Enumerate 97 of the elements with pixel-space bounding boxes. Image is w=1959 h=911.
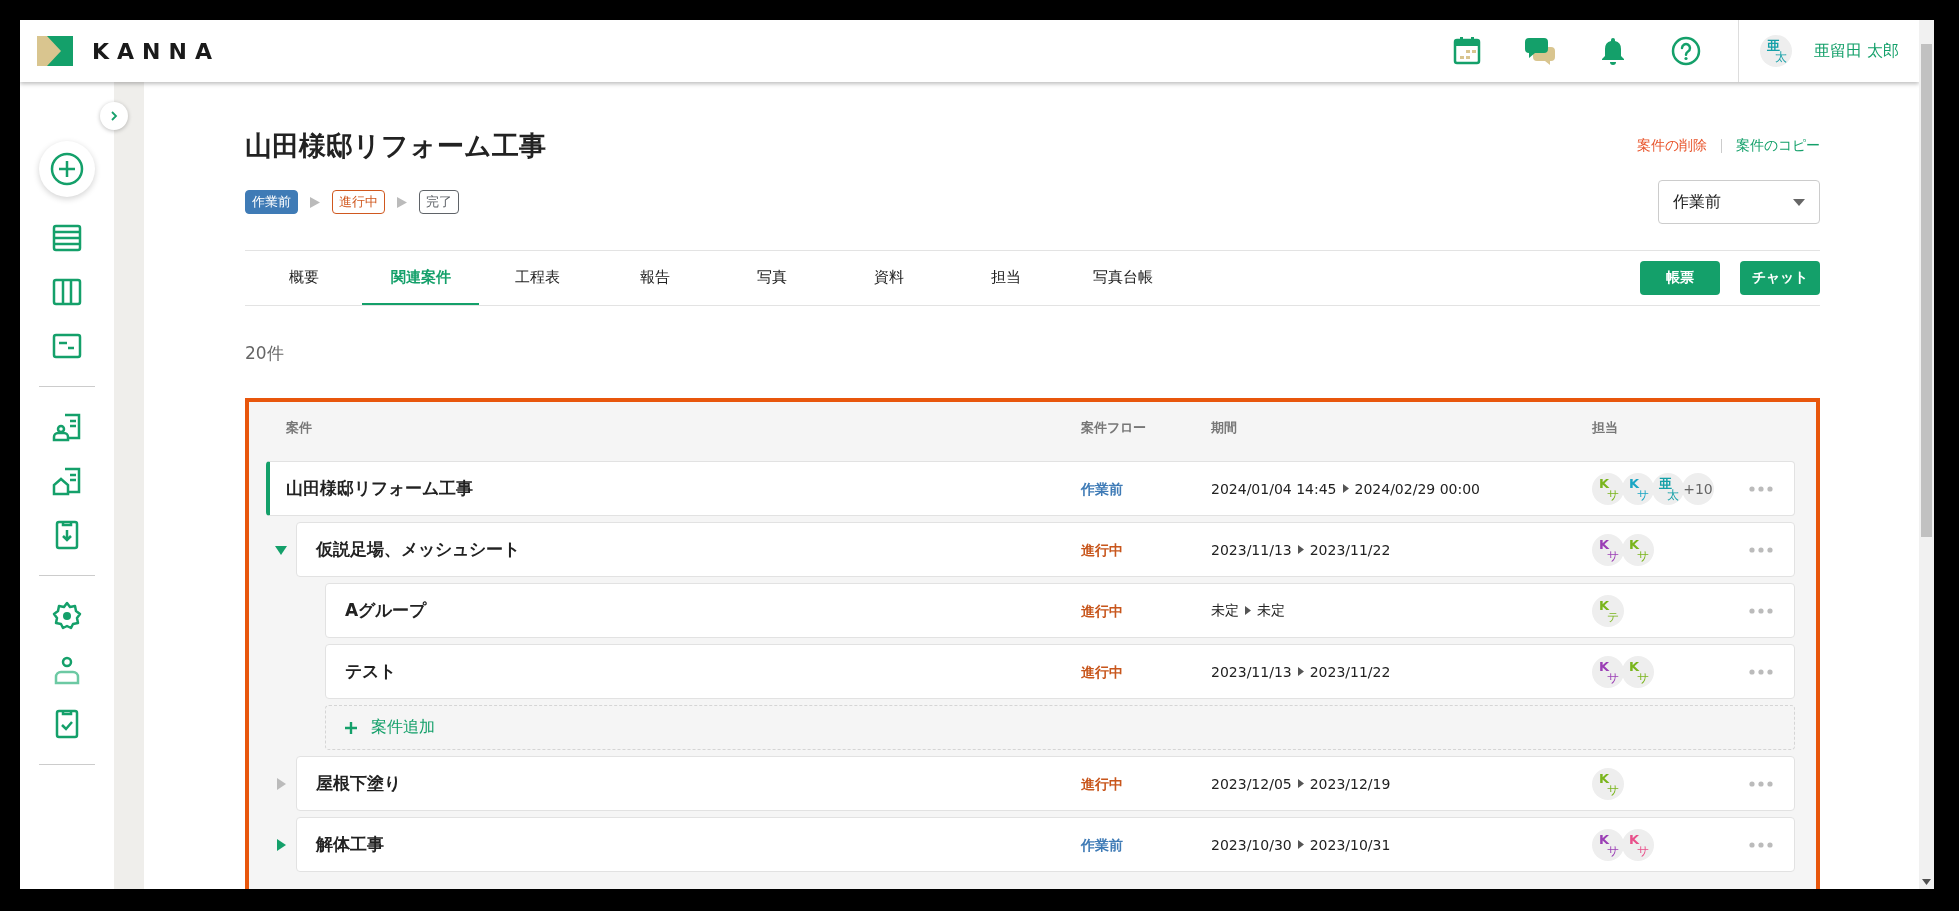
plus-circle-icon [50,152,84,186]
column-header: 案件 [286,420,312,435]
flow-status: 進行中 [1081,663,1123,680]
tab[interactable]: 写真 [713,251,830,305]
user-avatar: 亜 太 [1759,35,1792,67]
tab[interactable]: 報告 [596,251,713,305]
end-date: 2023/10/31 [1309,836,1391,853]
start-date: 2023/10/30 [1211,836,1292,853]
tab[interactable]: 写真台帳 [1064,251,1181,305]
project-name: テスト [345,661,396,681]
tab[interactable]: 概要 [245,251,362,305]
avatar: K サ [1592,472,1624,505]
project-row[interactable]: テスト 進行中 2023/11/13 2023/11/22 K サ K サ [325,644,1795,699]
triangle-right-icon [1297,545,1304,554]
end-date: 未定 [1257,601,1285,620]
more-icon[interactable] [1749,841,1773,848]
start-date: 2023/11/13 [1211,663,1292,680]
project-row[interactable]: 山田様邸リフォーム工事 作業前 2024/01/04 14:45 2024/02/29 00:00 K サ K サ 亜 太 +10 [266,461,1795,516]
project-row[interactable]: Aグループ 進行中 未定 未定 K テ [325,583,1795,638]
avatar: 亜 太 [1652,472,1684,505]
more-icon[interactable] [1749,780,1773,787]
end-date: 2023/11/22 [1309,663,1391,680]
triangle-right-icon [1245,606,1251,615]
project-name: 屋根下塗り [316,773,401,793]
tab[interactable]: 担当 [947,251,1064,305]
triangle-right-icon [397,196,407,208]
logo-text: KANNA [92,38,220,64]
avatar: K テ [1592,594,1624,627]
triangle-right-icon [1297,840,1304,849]
triangle-right-icon [1297,779,1304,788]
avatar: K サ [1592,767,1624,800]
avatar: K サ [1622,533,1654,566]
result-count: 20件 [245,342,285,365]
flow-status: 作業前 [1081,480,1123,497]
triangle-right-icon [1342,484,1349,493]
scrollbar[interactable] [1919,20,1934,889]
house-document-icon[interactable] [51,465,83,497]
flow-status: 進行中 [1081,775,1123,792]
start-date: 2024/01/04 14:45 [1211,480,1337,497]
status-badge: 作業前 [245,190,298,214]
project-row[interactable]: 屋根下塗り 進行中 2023/12/05 2023/12/19 K サ [296,756,1795,811]
user-name[interactable]: 亜留田 太郎 [1813,40,1899,62]
end-date: 2023/11/22 [1309,541,1391,558]
scroll-down-icon[interactable] [1922,879,1931,885]
triangle-down-icon[interactable] [275,543,287,556]
page-title: 山田様邸リフォーム工事 [245,129,546,163]
avatar: K サ [1592,655,1624,688]
start-date: 2023/11/13 [1211,541,1292,558]
project-name: 仮説足場、メッシュシート [316,539,520,559]
more-icon[interactable] [1749,607,1773,614]
action-link[interactable]: 案件の削除 [1637,137,1707,155]
end-date: 2024/02/29 00:00 [1354,480,1480,497]
tab[interactable]: 工程表 [479,251,596,305]
project-name: 解体工事 [316,834,384,854]
settings-icon[interactable] [51,600,83,632]
start-date: 2023/12/05 [1211,775,1292,792]
status-badge: 完了 [419,190,459,214]
column-header: 担当 [1592,419,1618,437]
column-header: 期間 [1211,419,1237,437]
caret-down-icon [1793,198,1805,206]
avatar: K サ [1622,655,1654,688]
project-name: Aグループ [345,600,427,620]
chat-bubbles-icon[interactable] [1523,35,1556,67]
status-badge: 進行中 [332,190,385,214]
triangle-right-icon [310,196,320,208]
triangle-right-icon[interactable] [275,838,287,851]
flow-status: 進行中 [1081,602,1123,619]
expand-button[interactable] [100,102,128,130]
start-date: 未定 [1211,601,1239,620]
project-row[interactable]: 解体工事 作業前 2023/10/30 2023/10/31 K サ K サ [296,817,1795,872]
avatar: K サ [1592,533,1624,566]
avatar: K サ [1592,828,1624,861]
flow-status: 作業前 [1081,836,1123,853]
table-icon[interactable] [51,222,83,254]
triangle-right-icon [1297,667,1304,676]
scrollbar-thumb[interactable] [1921,44,1932,537]
person-document-icon[interactable] [51,411,83,443]
more-count: +10 [1682,472,1714,505]
more-icon[interactable] [1749,485,1773,492]
column-header: 案件フロー [1081,420,1146,435]
add-button[interactable] [39,141,95,197]
chevron-right-icon [109,111,119,121]
columns-icon[interactable] [51,276,83,308]
end-date: 2023/12/19 [1309,775,1391,792]
project-name: 山田様邸リフォーム工事 [286,478,473,498]
more-icon[interactable] [1749,668,1773,675]
tab[interactable]: 資料 [830,251,947,305]
project-row[interactable]: 仮説足場、メッシュシート 進行中 2023/11/13 2023/11/22 K サ K サ [296,522,1795,577]
action-link[interactable]: 案件のコピー [1736,137,1820,155]
help-icon[interactable] [1669,35,1702,67]
more-icon[interactable] [1749,546,1773,553]
status-dropdown[interactable]: 作業前 [1658,180,1820,224]
flow-status: 進行中 [1081,541,1123,558]
plus-icon [345,721,357,734]
avatar: K サ [1622,828,1654,861]
avatar: K サ [1622,472,1654,505]
triangle-right-icon[interactable] [275,777,287,790]
